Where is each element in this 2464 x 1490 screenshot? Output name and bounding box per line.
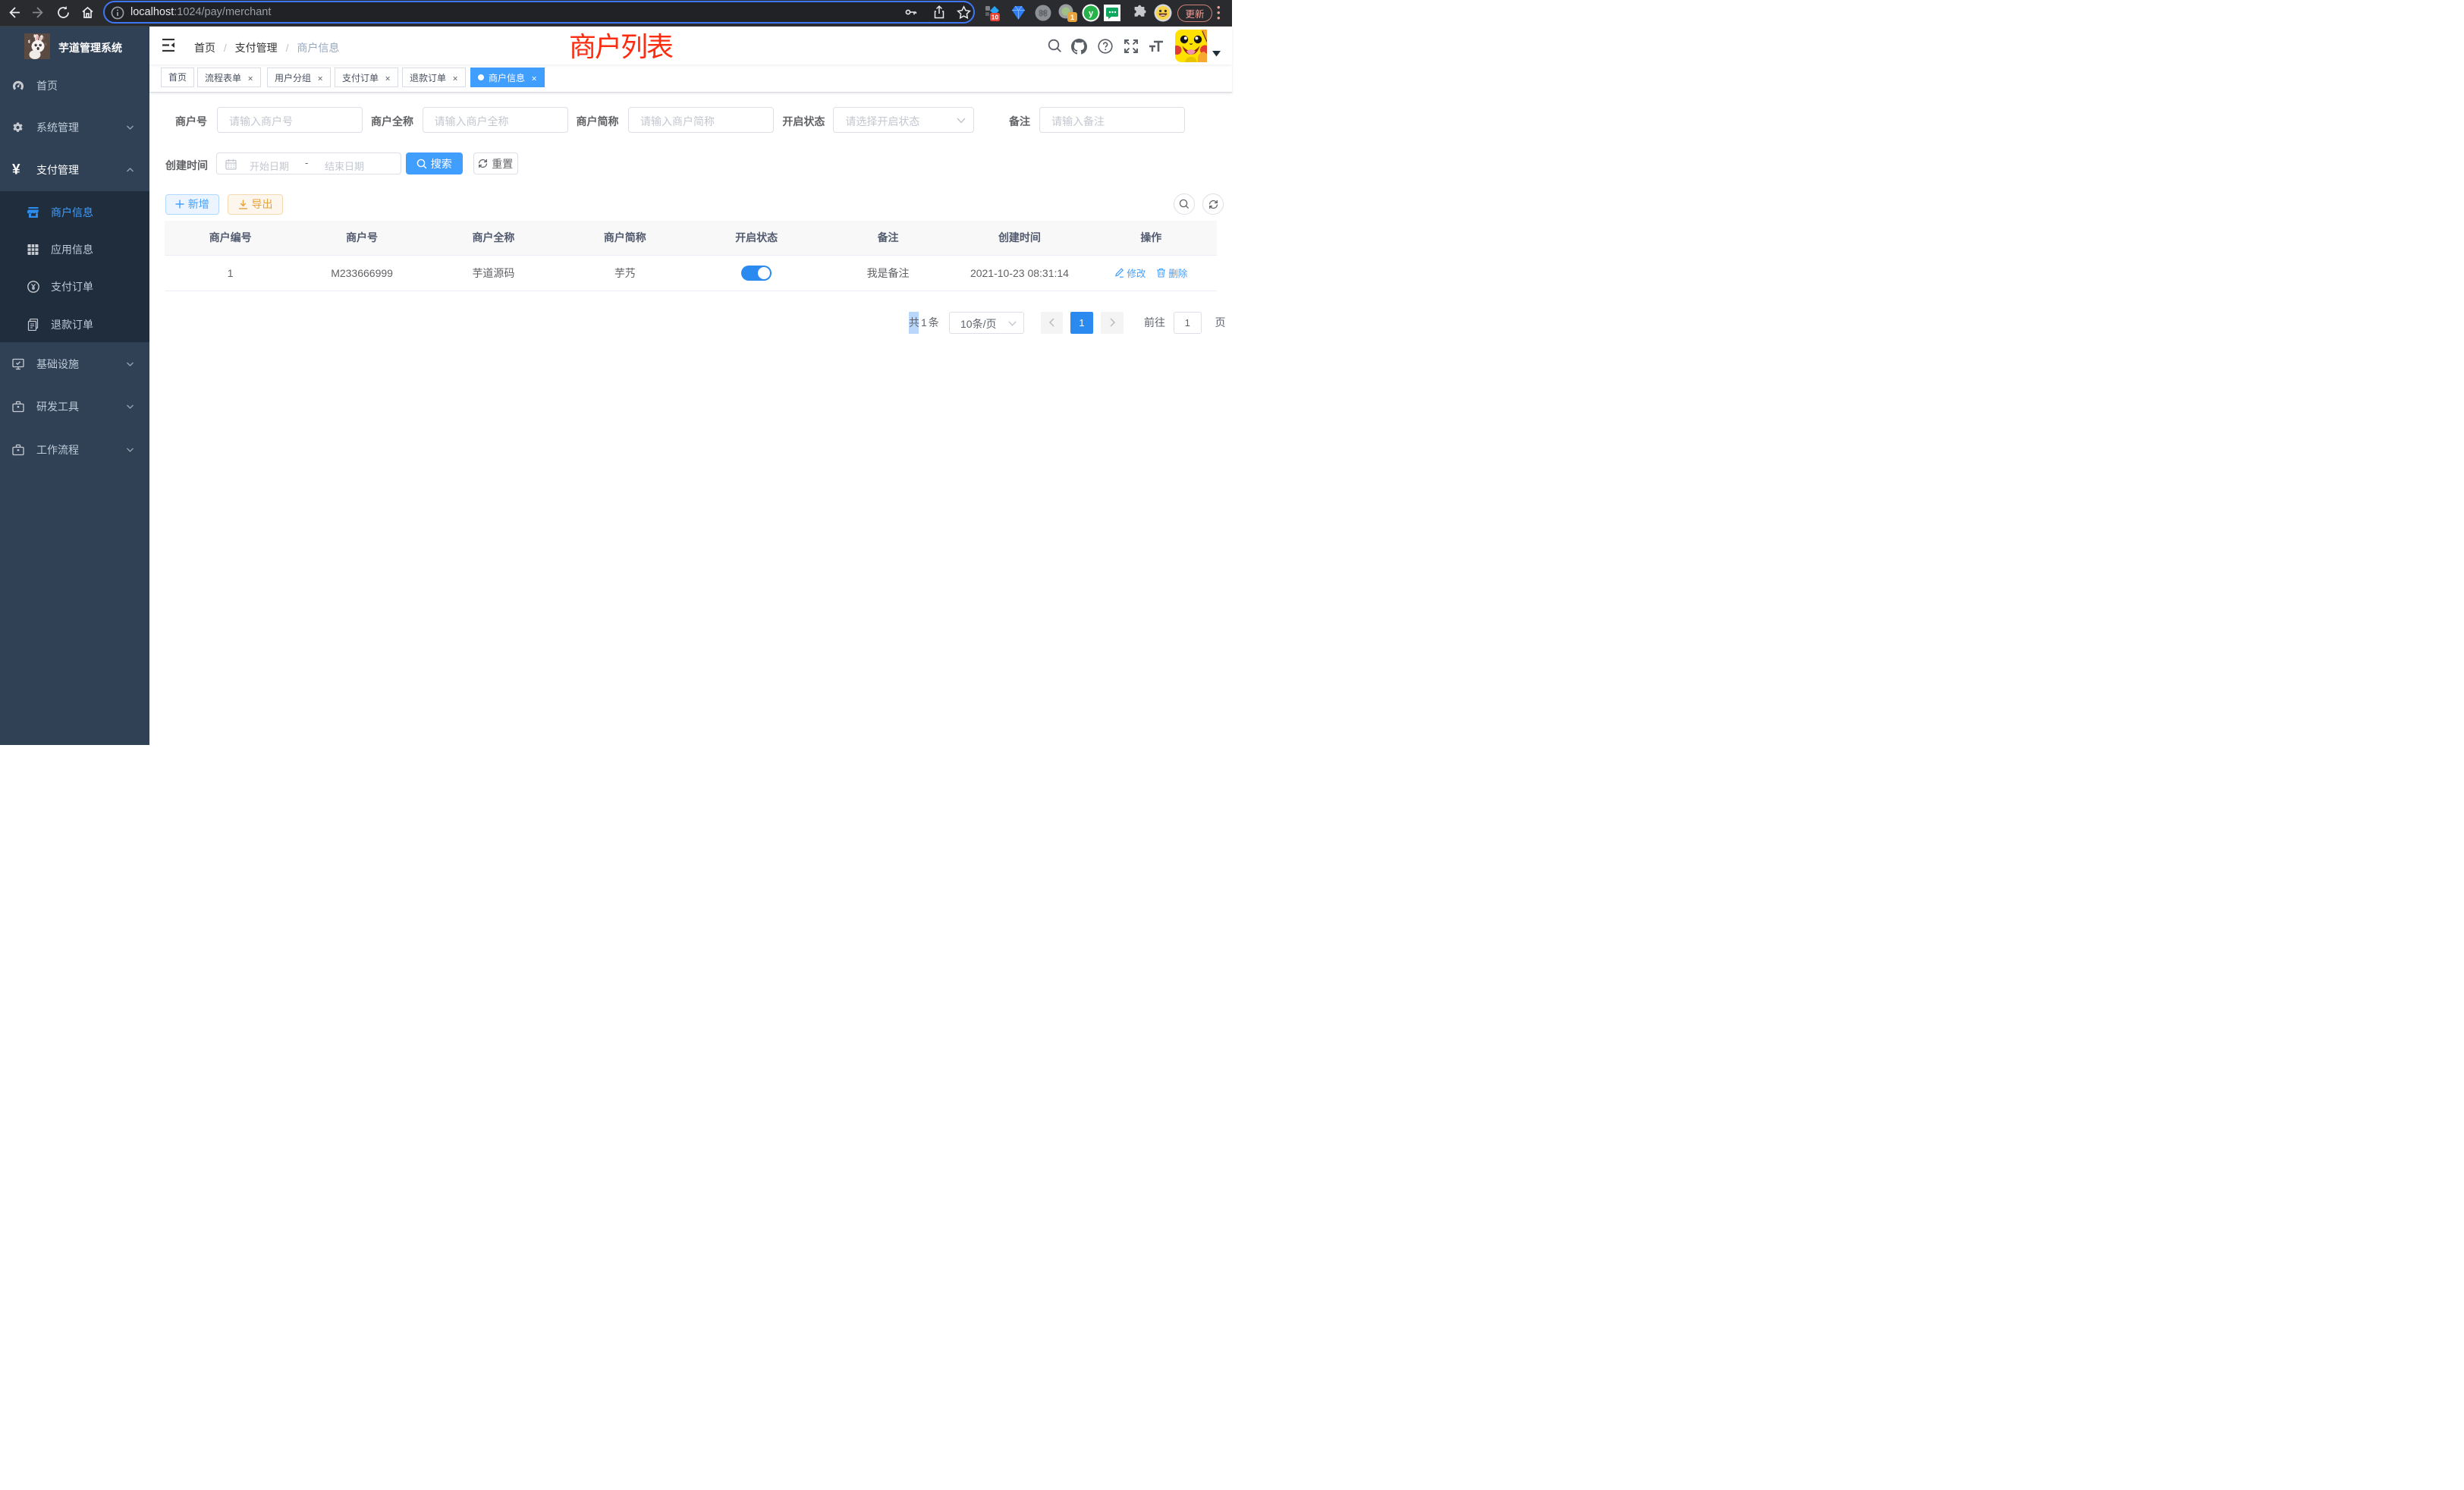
svg-text:1: 1 <box>1070 14 1075 22</box>
svg-text:10: 10 <box>992 14 999 21</box>
svg-text:y: y <box>1089 9 1094 18</box>
